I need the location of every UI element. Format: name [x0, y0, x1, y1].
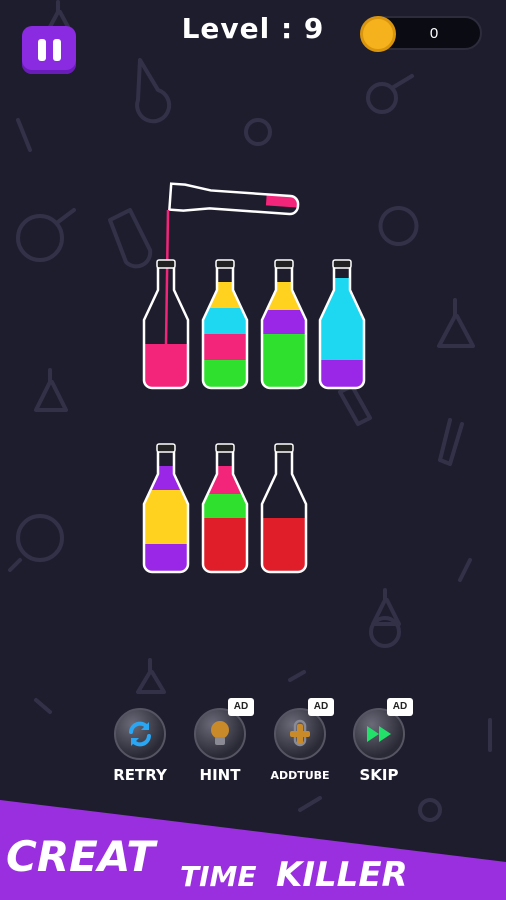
skip-ad-badge: AD — [387, 698, 413, 716]
retry-label: RETRY — [113, 766, 167, 784]
addtube-ad-badge: AD — [308, 698, 334, 716]
hint-ad-badge: AD — [228, 698, 254, 716]
hint-label: HINT — [199, 766, 241, 784]
liquid-red — [203, 518, 247, 572]
liquid-pink — [203, 334, 247, 360]
liquid-purple — [262, 310, 306, 334]
liquid-green — [203, 494, 247, 518]
liquid-red — [262, 518, 306, 572]
liquid-pink — [144, 344, 188, 388]
addtube-label: ADDTUBE — [270, 769, 330, 782]
liquid-cyan — [203, 308, 247, 334]
liquid-cyan — [320, 278, 364, 360]
skip-label: SKIP — [359, 766, 399, 784]
bottle-5[interactable] — [142, 443, 190, 574]
skip-button[interactable]: AD SKIP — [344, 698, 414, 784]
pour-stream — [164, 209, 170, 346]
banner-word-time: TIME — [180, 860, 257, 893]
bottle-3[interactable] — [260, 259, 308, 390]
liquid-purple — [144, 466, 188, 490]
liquid-purple — [320, 360, 364, 388]
banner-word-creat: CREAT — [6, 832, 155, 881]
hint-circle[interactable]: AD — [194, 698, 254, 760]
liquid-green — [262, 334, 306, 388]
test-tube-icon — [290, 719, 310, 747]
retry-circle[interactable] — [114, 708, 166, 760]
banner-word-killer: KILLER — [276, 855, 408, 895]
liquid-green — [203, 360, 247, 388]
bottle-7[interactable] — [260, 443, 308, 574]
pouring-bottle[interactable] — [168, 179, 301, 219]
fast-forward-icon — [367, 726, 391, 742]
bottle-4[interactable] — [318, 259, 366, 390]
addtube-button[interactable]: AD ADDTUBE — [265, 698, 335, 782]
liquid-purple — [144, 544, 188, 572]
liquid-yellow — [144, 490, 188, 544]
lightbulb-icon — [211, 721, 229, 745]
bottle-6[interactable] — [201, 443, 249, 574]
addtube-circle[interactable]: AD — [274, 698, 334, 760]
hint-button[interactable]: AD HINT — [185, 698, 255, 784]
refresh-icon — [129, 721, 151, 747]
skip-circle[interactable]: AD — [353, 698, 413, 760]
bottle-2[interactable] — [201, 259, 249, 390]
retry-button[interactable]: RETRY — [105, 708, 175, 784]
